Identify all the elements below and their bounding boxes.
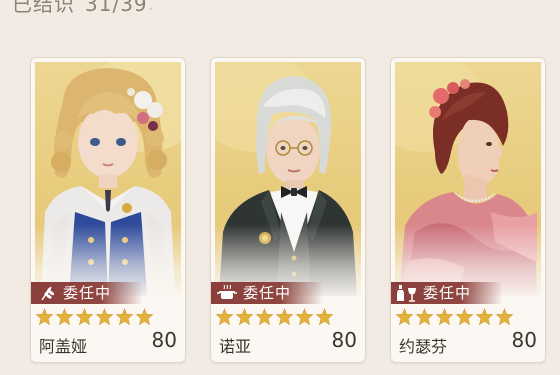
character-name: 阿盖娅 <box>39 337 88 356</box>
wheat-icon <box>35 282 59 304</box>
star-icon <box>115 308 134 326</box>
star-icon <box>235 308 254 326</box>
status-label: 委任中 <box>423 284 472 302</box>
star-icon <box>275 308 294 326</box>
star-icon <box>255 308 274 326</box>
status-badge: 委任中 <box>211 282 323 304</box>
portrait-3 <box>395 62 541 296</box>
cooking-pot-icon <box>215 282 239 304</box>
star-icon <box>295 308 314 326</box>
star-icon <box>395 308 414 326</box>
star-icon <box>35 308 54 326</box>
header-title: 已结识 <box>12 0 75 16</box>
star-icon <box>435 308 454 326</box>
star-icon <box>215 308 234 326</box>
star-icon <box>315 308 334 326</box>
star-icon <box>135 308 154 326</box>
star-icon <box>495 308 514 326</box>
character-name: 诺亚 <box>219 337 252 356</box>
character-level: 80 <box>511 328 537 352</box>
star-icon <box>75 308 94 326</box>
star-rating <box>35 308 154 326</box>
star-icon <box>475 308 494 326</box>
wine-bottle-glass-icon <box>395 282 419 304</box>
star-icon <box>455 308 474 326</box>
portrait-1 <box>35 62 181 296</box>
character-level: 80 <box>331 328 357 352</box>
header-count: 31/39 <box>85 0 148 16</box>
star-icon <box>55 308 74 326</box>
star-icon <box>95 308 114 326</box>
status-label: 委任中 <box>63 284 112 302</box>
star-rating <box>395 308 514 326</box>
portrait-2 <box>215 62 361 296</box>
character-card-3[interactable]: 委任中 约瑟芬 80 <box>390 57 546 363</box>
header-dot: · <box>149 2 153 16</box>
header: 已结识 31/39 <box>12 0 148 17</box>
star-rating <box>215 308 334 326</box>
character-level: 80 <box>151 328 177 352</box>
star-icon <box>415 308 434 326</box>
character-name: 约瑟芬 <box>399 337 448 356</box>
status-badge: 委任中 <box>391 282 503 304</box>
character-card-2[interactable]: 委任中 诺亚 80 <box>210 57 366 363</box>
status-badge: 委任中 <box>31 282 143 304</box>
character-card-1[interactable]: 委任中 阿盖娅 80 <box>30 57 186 363</box>
status-label: 委任中 <box>243 284 292 302</box>
